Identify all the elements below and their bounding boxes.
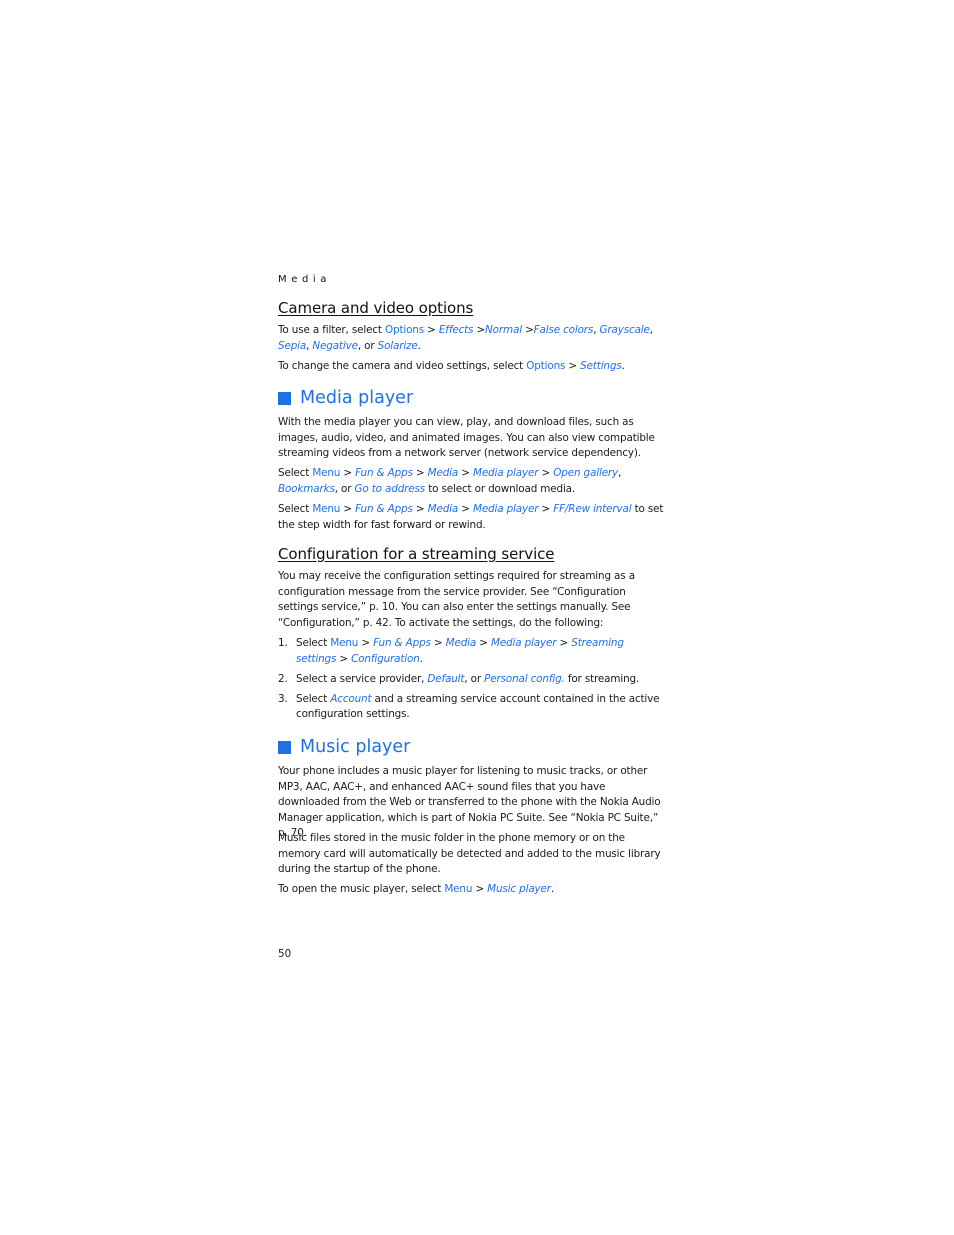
separator: , or — [357, 339, 378, 352]
camera-settings-paragraph: To change the camera and video settings,… — [278, 359, 666, 375]
separator: > — [565, 360, 581, 372]
menu-key: Menu — [312, 503, 341, 515]
text: To change the camera and video settings,… — [278, 360, 527, 372]
fun-apps-menu-item: Fun & Apps — [355, 467, 413, 479]
streaming-config-heading: Configuration for a streaming service — [278, 545, 555, 563]
streaming-steps-list: 1. Select Menu > Fun & Apps > Media > Med… — [278, 636, 666, 727]
separator: > — [424, 324, 439, 336]
separator: > — [430, 637, 446, 649]
running-head: Media — [278, 274, 332, 285]
separator: > — [473, 324, 486, 336]
separator: > — [472, 883, 488, 895]
section-square-icon — [278, 740, 291, 754]
separator: > — [412, 503, 428, 515]
text: To use a filter, select — [278, 324, 385, 336]
bookmarks-menu-item: Bookmarks — [278, 482, 335, 495]
music-files-paragraph: Music files stored in the music folder i… — [278, 832, 661, 876]
configuration-menu-item: Configuration — [351, 652, 420, 665]
settings-menu-item: Settings — [580, 360, 622, 372]
separator: > — [340, 467, 356, 479]
account-menu-item: Account — [330, 692, 372, 705]
options-key: Options — [526, 360, 566, 372]
effects-menu-item: Effects — [438, 324, 474, 336]
fun-apps-menu-item: Fun & Apps — [373, 637, 431, 649]
streaming-intro-paragraph: You may receive the configuration settin… — [278, 570, 635, 629]
camera-filter-paragraph: To use a filter, select Options > Effect… — [278, 323, 666, 354]
media-player-ffrew-paragraph: Select Menu > Fun & Apps > Media > Media… — [278, 502, 666, 533]
menu-key: Menu — [444, 883, 473, 895]
separator: > — [521, 324, 534, 336]
go-to-address-menu-item: Go to address — [354, 482, 426, 495]
step-number: 3. — [278, 692, 288, 705]
list-item: 1. Select Menu > Fun & Apps > Media > Med… — [278, 636, 666, 667]
negative-menu-item: Negative — [312, 339, 358, 352]
media-player-heading: Media player — [278, 388, 413, 408]
menu-key: Menu — [330, 637, 359, 649]
menu-key: Menu — [312, 467, 341, 479]
media-player-menu-item: Media player — [473, 503, 539, 515]
section-square-icon — [278, 391, 291, 405]
sepia-menu-item: Sepia — [278, 339, 307, 352]
separator: . — [550, 883, 555, 895]
text: To open the music player, select — [278, 883, 445, 895]
separator: , or — [334, 482, 355, 495]
step-number: 2. — [278, 672, 288, 685]
separator: , — [649, 324, 653, 336]
personal-config-menu-item: Personal config. — [484, 672, 565, 685]
separator: > — [358, 637, 374, 649]
separator: > — [412, 467, 428, 479]
media-menu-item: Media — [427, 503, 459, 515]
solarize-menu-item: Solarize — [377, 339, 418, 352]
separator: > — [556, 637, 572, 649]
step-number: 1. — [278, 637, 288, 649]
text: Select — [296, 637, 331, 649]
media-player-intro-paragraph: With the media player you can view, play… — [278, 416, 655, 460]
media-player-menu-item: Media player — [491, 637, 557, 649]
separator: > — [538, 503, 554, 515]
separator: . — [417, 339, 421, 352]
separator: , — [618, 467, 622, 479]
heading-text: Music player — [300, 737, 411, 757]
separator: > — [340, 503, 356, 515]
separator: . — [419, 652, 423, 665]
separator: > — [336, 652, 352, 665]
separator: . — [621, 360, 625, 372]
separator: > — [458, 467, 473, 479]
media-menu-item: Media — [427, 467, 459, 479]
fun-apps-menu-item: Fun & Apps — [355, 503, 413, 515]
music-player-open-paragraph: To open the music player, select Menu > … — [278, 882, 666, 898]
separator: > — [538, 467, 554, 479]
ff-rew-interval-menu-item: FF/Rew interval — [553, 503, 632, 515]
separator: , or — [464, 672, 485, 685]
normal-menu-item: Normal — [485, 324, 522, 336]
grayscale-menu-item: Grayscale — [599, 324, 650, 336]
false-colors-menu-item: False colors — [533, 324, 594, 336]
heading-text: Media player — [300, 388, 414, 408]
music-player-menu-item: Music player — [487, 883, 551, 895]
list-item: 3. Select Account and a streaming service… — [278, 692, 666, 723]
media-menu-item: Media — [445, 637, 477, 649]
separator: > — [476, 637, 491, 649]
camera-video-options-heading: Camera and video options — [278, 299, 474, 317]
media-player-menu-item: Media player — [473, 467, 539, 479]
text: for streaming. — [564, 672, 640, 685]
separator: > — [458, 503, 473, 515]
text: Select a service provider, — [296, 672, 428, 685]
text: Select — [278, 467, 313, 479]
options-key: Options — [384, 324, 425, 336]
page-number: 50 — [278, 948, 292, 960]
text: Select — [278, 503, 313, 515]
music-player-heading: Music player — [278, 737, 410, 757]
open-gallery-menu-item: Open gallery — [553, 467, 619, 479]
text: Select — [296, 692, 331, 705]
list-item: 2. Select a service provider, Default, or… — [278, 672, 666, 688]
text: to select or download media. — [425, 482, 576, 495]
media-player-open-paragraph: Select Menu > Fun & Apps > Media > Media… — [278, 466, 666, 497]
default-menu-item: Default — [427, 672, 465, 685]
